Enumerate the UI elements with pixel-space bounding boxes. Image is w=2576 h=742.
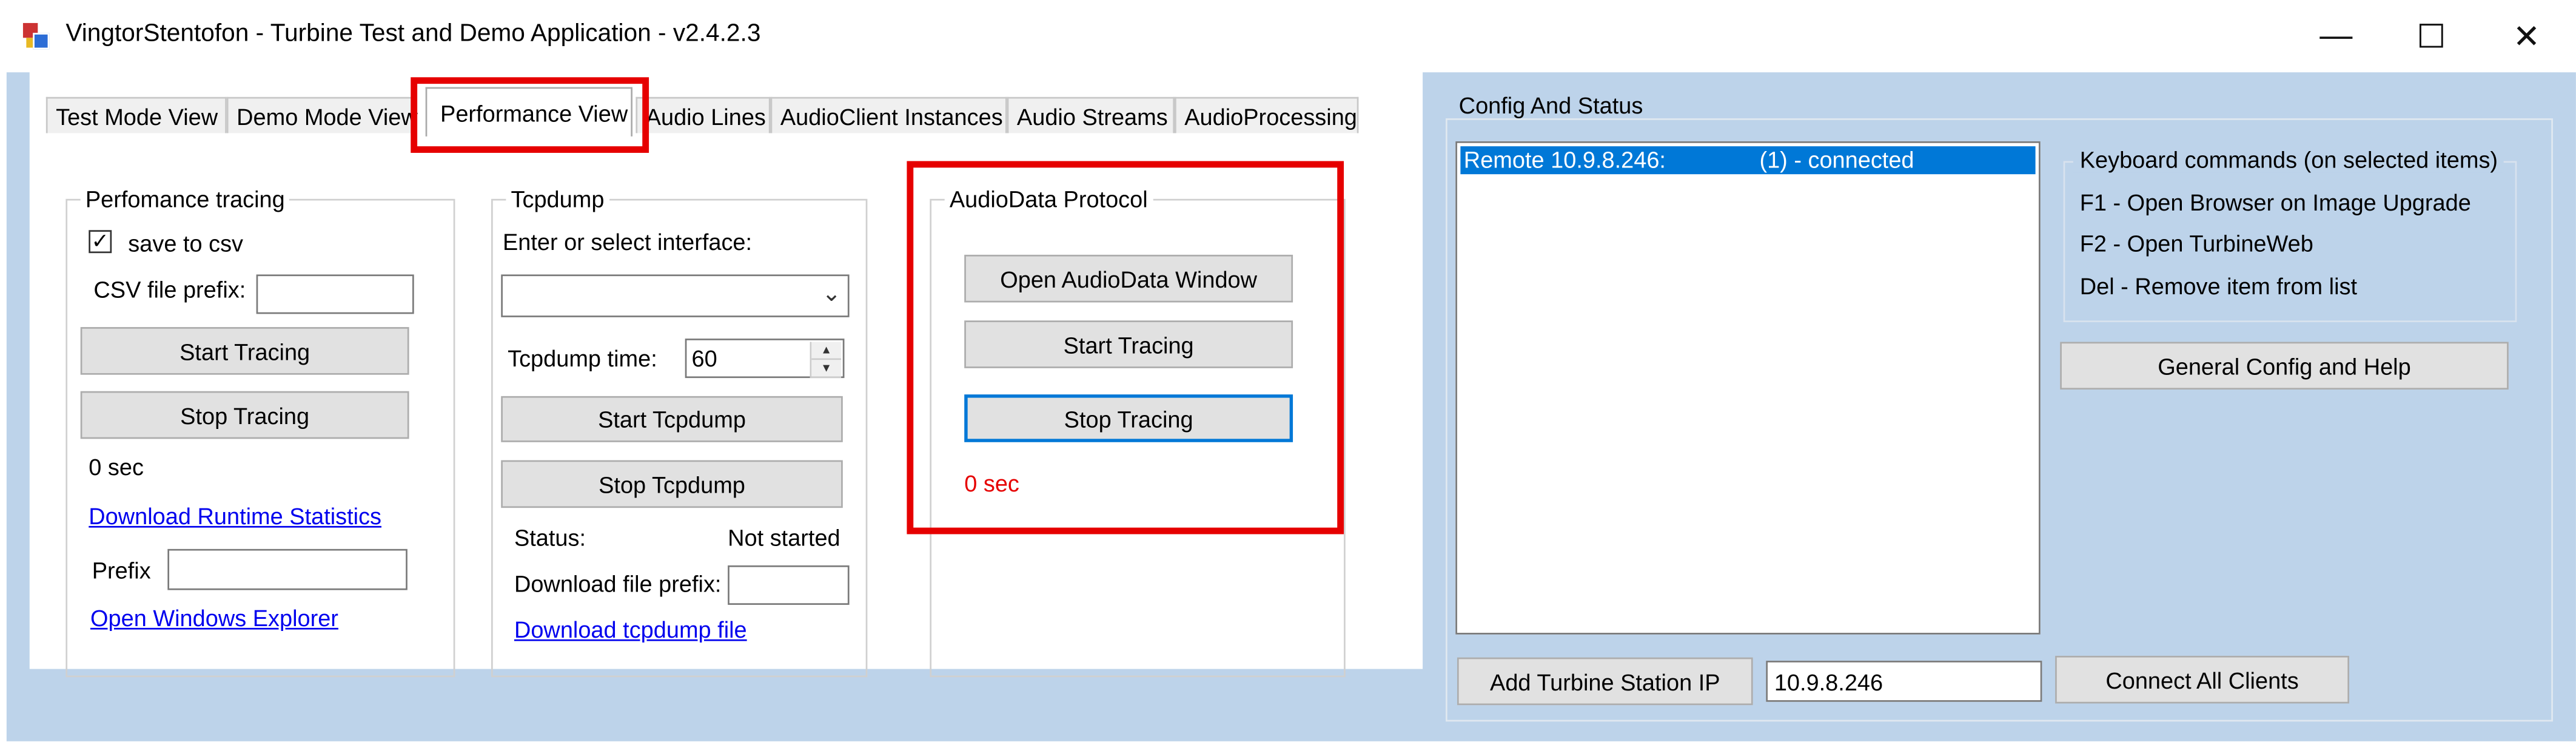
add-turbine-station-ip-button[interactable]: Add Turbine Station IP	[1457, 657, 1753, 706]
save-csv-label: save to csv	[128, 230, 244, 257]
tab-test-mode-view[interactable]: Test Mode View	[45, 96, 227, 133]
tcpdump-time-spinner[interactable]: ▲ ▼	[810, 342, 842, 379]
open-windows-explorer-link[interactable]: Open Windows Explorer	[90, 605, 338, 631]
tcpdump-time-input[interactable]: 60 ▲ ▼	[685, 339, 845, 379]
tab-highlight-box	[411, 77, 649, 153]
perf-tracing-title: Perfomance tracing	[80, 186, 290, 212]
prefix-label: Prefix	[92, 557, 151, 584]
download-file-prefix-label: Download file prefix:	[514, 570, 722, 597]
tab-audioprocessing[interactable]: AudioProcessing	[1175, 96, 1359, 133]
tcpdump-title: Tcpdump	[506, 186, 609, 212]
spin-up-icon[interactable]: ▲	[811, 342, 842, 360]
maximize-button[interactable]: ☐	[2384, 0, 2479, 72]
perf-elapsed: 0 sec	[89, 453, 144, 481]
download-tcpdump-file-link[interactable]: Download tcpdump file	[514, 616, 747, 643]
list-item-name: Remote 10.9.8.246:	[1463, 146, 1666, 173]
list-item-status: (1) - connected	[1759, 146, 1914, 173]
status-value: Not started	[728, 524, 840, 551]
stop-tcpdump-button[interactable]: Stop Tcpdump	[501, 460, 843, 508]
interface-combobox[interactable]: ⌄	[501, 274, 850, 317]
status-label: Status:	[514, 524, 586, 551]
tab-audioclient-instances[interactable]: AudioClient Instances	[770, 96, 1007, 133]
close-button[interactable]: ✕	[2479, 0, 2574, 72]
spin-down-icon[interactable]: ▼	[811, 360, 842, 379]
minimize-button[interactable]: —	[2289, 0, 2384, 72]
general-config-help-button[interactable]: General Config and Help	[2060, 342, 2509, 390]
keyboard-command-del: Del - Remove item from list	[2079, 272, 2358, 300]
interface-label: Enter or select interface:	[502, 228, 753, 255]
app-window: VingtorStentofon - Turbine Test and Demo…	[0, 0, 2576, 741]
save-csv-checkbox[interactable]: ✓	[89, 230, 112, 254]
tcpdump-time-label: Tcpdump time:	[508, 345, 657, 372]
tab-audio-lines[interactable]: Audio Lines	[636, 96, 771, 133]
keyboard-command-f2: F2 - Open TurbineWeb	[2079, 230, 2313, 257]
keyboard-command-f1: F1 - Open Browser on Image Upgrade	[2079, 189, 2471, 215]
app-icon[interactable]	[22, 22, 50, 50]
connect-all-clients-button[interactable]: Connect All Clients	[2055, 655, 2350, 704]
client-listbox[interactable]: Remote 10.9.8.246: (1) - connected	[1455, 141, 2041, 635]
chevron-down-icon[interactable]: ⌄	[822, 280, 841, 308]
keyboard-commands-title: Keyboard commands (on selected items)	[2073, 146, 2504, 173]
station-ip-input[interactable]: 10.9.8.246	[1766, 661, 2042, 702]
start-tcpdump-button[interactable]: Start Tcpdump	[501, 396, 843, 442]
audiodata-highlight-box	[907, 161, 1344, 535]
tab-audio-streams[interactable]: Audio Streams	[1007, 96, 1175, 133]
prefix-input[interactable]	[167, 548, 408, 590]
perf-start-tracing-button[interactable]: Start Tracing	[80, 327, 409, 375]
list-item[interactable]: Remote 10.9.8.246: (1) - connected	[1460, 146, 2036, 175]
csv-prefix-label: CSV file prefix:	[93, 276, 246, 303]
download-runtime-statistics-link[interactable]: Download Runtime Statistics	[89, 503, 381, 529]
tab-demo-mode-view[interactable]: Demo Mode View	[226, 96, 418, 133]
perf-stop-tracing-button[interactable]: Stop Tracing	[80, 391, 409, 439]
download-file-prefix-input[interactable]	[728, 565, 850, 605]
tcpdump-time-value: 60	[691, 345, 717, 372]
window-title: VingtorStentofon - Turbine Test and Demo…	[65, 19, 761, 48]
csv-prefix-input[interactable]	[256, 274, 414, 314]
config-status-title: Config And Status	[1458, 92, 1643, 119]
